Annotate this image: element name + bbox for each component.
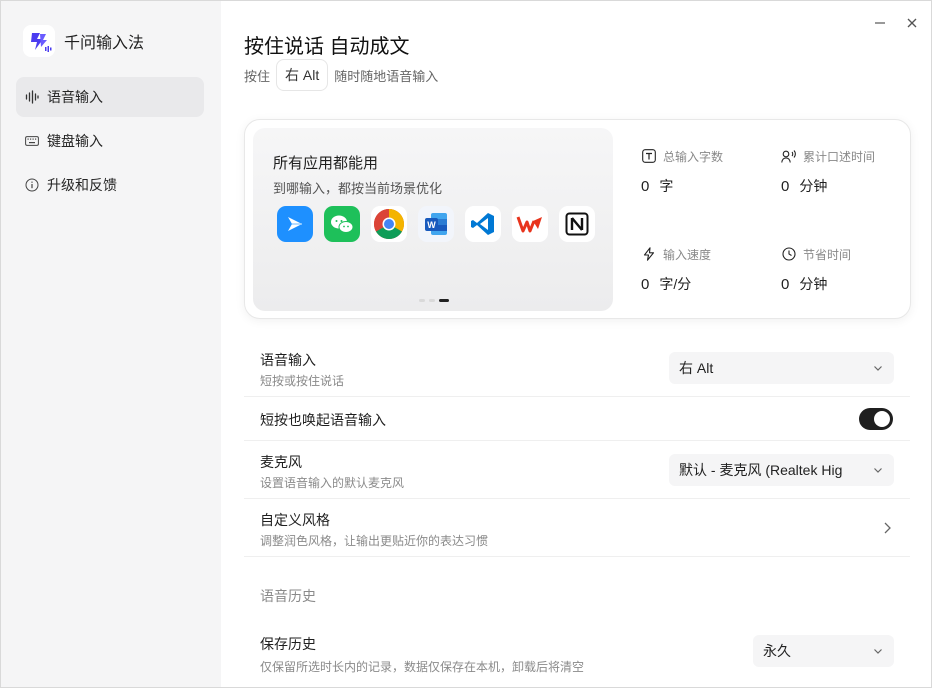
text-box-icon — [641, 148, 657, 164]
brand: 千问输入法 — [23, 25, 144, 57]
stat-unit: 字/分 — [659, 276, 692, 292]
page-title: 按住说话 自动成文 — [244, 36, 410, 58]
stat-unit: 分钟 — [799, 276, 828, 292]
stat-label: 节省时间 — [803, 247, 852, 262]
chevron-down-icon — [874, 468, 882, 473]
setting-label: 麦克风 — [260, 454, 302, 470]
promo-title: 所有应用都能用 — [273, 155, 379, 172]
setting-desc: 设置语音输入的默认麦克风 — [260, 476, 405, 490]
hotkey-select[interactable]: 右 Alt — [669, 352, 894, 384]
stat-value: 0 — [641, 178, 650, 195]
sidebar-item-label: 语音输入 — [47, 89, 103, 105]
short-press-toggle[interactable] — [859, 408, 893, 430]
feishu-icon — [277, 206, 313, 242]
stat-total-chars: 总输入字数 0字 — [641, 146, 761, 196]
carousel-dot[interactable] — [429, 299, 435, 302]
carousel-dot-active[interactable] — [439, 299, 449, 302]
app-window: 千问输入法 语音输入 键盘输入 升级和反馈 按住说话 自动成文 按住 右 Alt… — [0, 0, 932, 688]
carousel-indicator — [419, 299, 453, 302]
app-name: 千问输入法 — [64, 35, 145, 52]
vscode-icon — [465, 206, 501, 242]
svg-text:W: W — [427, 220, 436, 230]
select-value: 永久 — [763, 643, 791, 659]
word-icon: W — [418, 206, 454, 242]
subtitle-prefix: 按住 — [244, 68, 271, 84]
speaking-person-icon — [781, 148, 797, 164]
setting-desc: 短按或按住说话 — [260, 374, 345, 388]
sidebar-item-voice-input[interactable]: 语音输入 — [16, 77, 204, 117]
clock-icon — [781, 246, 797, 262]
history-duration-select[interactable]: 永久 — [753, 635, 894, 667]
setting-label: 语音输入 — [260, 352, 316, 368]
setting-custom-style[interactable]: 自定义风格 调整润色风格，让输出更贴近你的表达习惯 — [244, 499, 910, 557]
stat-speed: 输入速度 0 字/分 — [641, 244, 761, 294]
app-logo — [23, 25, 55, 57]
stat-value: 0 — [781, 276, 790, 293]
setting-label: 保存历史 — [260, 636, 316, 652]
subtitle-suffix: 随时随地语音输入 — [334, 68, 439, 84]
stat-value: 0 — [781, 178, 790, 195]
section-title-history: 语音历史 — [260, 588, 316, 604]
wechat-icon — [324, 206, 360, 242]
app-icon-row: W — [277, 206, 606, 242]
setting-microphone: 麦克风 设置语音输入的默认麦克风 默认 - 麦克风 (Realtek Hig — [244, 441, 910, 499]
hotkey-badge: 右 Alt — [276, 59, 329, 91]
setting-label: 自定义风格 — [260, 512, 330, 528]
waveform-icon — [25, 90, 39, 104]
sidebar: 千问输入法 语音输入 键盘输入 升级和反馈 — [1, 1, 221, 687]
stat-dictation-time: 累计口述时间 0 分钟 — [781, 146, 901, 196]
chevron-down-icon — [874, 649, 882, 654]
sidebar-item-keyboard-input[interactable]: 键盘输入 — [16, 121, 204, 161]
stat-unit: 字 — [659, 178, 674, 194]
wps-icon — [512, 206, 548, 242]
sidebar-item-upgrade-feedback[interactable]: 升级和反馈 — [16, 165, 204, 205]
stat-unit: 分钟 — [799, 178, 828, 194]
info-icon — [25, 178, 39, 192]
setting-voice-input: 语音输入 短按或按住说话 右 Alt — [244, 339, 910, 397]
toggle-knob — [874, 411, 890, 427]
microphone-select[interactable]: 默认 - 麦克风 (Realtek Hig — [669, 454, 894, 486]
stat-label: 累计口述时间 — [803, 149, 876, 164]
keyboard-icon — [25, 134, 39, 148]
page-subtitle: 按住 右 Alt 随时随地语音输入 — [244, 59, 438, 91]
setting-label: 短按也唤起语音输入 — [260, 412, 386, 428]
select-value: 默认 - 麦克风 (Realtek Hig — [679, 462, 843, 478]
overview-card: 所有应用都能用 到哪输入，都按当前场景优化 W 总输入字数 0 字 累计口述时间… — [244, 119, 911, 319]
sidebar-nav: 语音输入 键盘输入 升级和反馈 — [16, 77, 204, 209]
chevron-down-icon — [874, 366, 882, 371]
select-value: 右 Alt — [679, 360, 714, 376]
apps-promo-carousel[interactable]: 所有应用都能用 到哪输入，都按当前场景优化 W — [253, 128, 613, 311]
carousel-dot[interactable] — [419, 299, 425, 302]
chrome-icon — [371, 206, 407, 242]
sidebar-item-label: 升级和反馈 — [47, 177, 117, 193]
stat-value: 0 — [641, 276, 650, 293]
promo-subtitle: 到哪输入，都按当前场景优化 — [273, 181, 443, 196]
lightning-icon — [641, 246, 657, 262]
setting-desc: 调整润色风格，让输出更贴近你的表达习惯 — [260, 534, 489, 548]
main-panel: 按住说话 自动成文 按住 右 Alt 随时随地语音输入 所有应用都能用 到哪输入… — [221, 1, 931, 687]
chevron-right-icon — [884, 522, 891, 534]
setting-desc: 仅保留所选时长内的记录，数据仅保存在本机，卸载后将清空 — [260, 660, 585, 674]
stat-label: 总输入字数 — [663, 149, 724, 164]
stat-label: 输入速度 — [663, 247, 712, 262]
stat-saved-time: 节省时间 0 分钟 — [781, 244, 901, 294]
sidebar-item-label: 键盘输入 — [47, 133, 103, 149]
setting-keep-history: 保存历史 仅保留所选时长内的记录，数据仅保存在本机，卸载后将清空 永久 — [244, 621, 910, 687]
notion-icon — [559, 206, 595, 242]
setting-short-press: 短按也唤起语音输入 — [244, 397, 910, 441]
